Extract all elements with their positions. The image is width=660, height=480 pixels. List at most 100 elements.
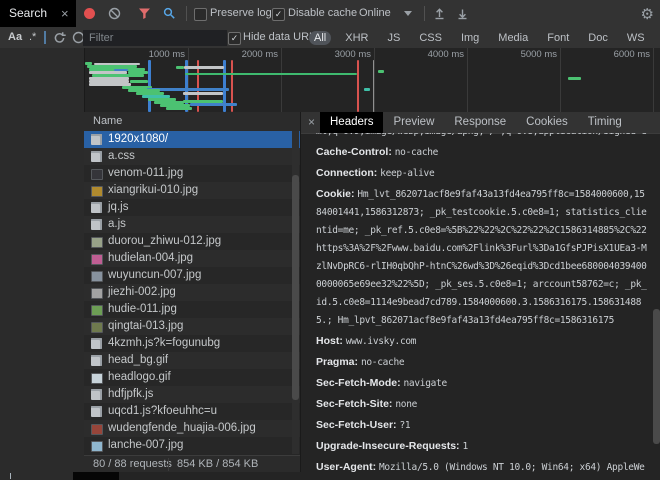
timeline-gridline <box>467 48 468 112</box>
search-input-selection[interactable] <box>73 472 119 480</box>
network-request-row[interactable]: duorou_zhiwu-012.jpg <box>84 233 300 250</box>
header-value: none <box>395 399 417 410</box>
network-request-row[interactable]: uqcd1.js?kfoeuhhc=u <box>84 403 300 420</box>
waterfall-bar <box>364 88 370 91</box>
import-har-icon[interactable] <box>433 7 446 20</box>
image-thumbnail-icon <box>91 322 103 333</box>
image-thumbnail-icon <box>91 237 103 248</box>
timeline-gridline <box>560 48 561 112</box>
filter-pill-img[interactable]: Img <box>456 31 484 45</box>
details-scrollbar-thumb[interactable] <box>653 309 660 444</box>
preserve-log-label[interactable]: Preserve log <box>210 0 272 27</box>
network-request-row[interactable]: qingtai-013.jpg <box>84 318 300 335</box>
search-input-row[interactable] <box>0 472 660 480</box>
header-name: Connection: <box>316 167 380 179</box>
header-value: 1 <box>462 441 467 452</box>
file-icon <box>91 202 102 213</box>
network-request-row[interactable]: a.js <box>84 216 300 233</box>
request-header-partial: ml;q=0.9,image/webp,image/apng,*/*;q=0.8… <box>316 133 647 140</box>
image-thumbnail-icon <box>91 424 103 435</box>
request-name: 4kzmh.js?k=fogunubg <box>108 335 220 352</box>
record-button[interactable] <box>84 8 95 19</box>
match-case-button[interactable]: Aa <box>8 27 22 48</box>
request-header: Sec-Fetch-Mode: navigate <box>316 374 647 392</box>
tab-timing[interactable]: Timing <box>578 112 632 133</box>
requests-scrollbar[interactable] <box>292 131 299 454</box>
network-request-row[interactable]: venom-011.jpg <box>84 165 300 182</box>
event-marker-line <box>373 60 374 112</box>
network-request-row[interactable]: hudie-011.jpg <box>84 301 300 318</box>
header-value: navigate <box>404 378 447 389</box>
request-name: hudie-011.jpg <box>108 301 177 318</box>
refresh-icon[interactable] <box>53 31 66 44</box>
file-icon <box>91 134 102 145</box>
filter-pill-all[interactable]: All <box>309 31 331 45</box>
network-request-row[interactable]: xiangrikui-010.jpg <box>84 182 300 199</box>
header-value: no-cache <box>395 147 438 158</box>
regex-button[interactable]: .* <box>29 27 36 48</box>
chevron-down-icon[interactable] <box>404 11 412 16</box>
image-thumbnail-icon <box>91 373 103 384</box>
filter-pill-doc[interactable]: Doc <box>583 31 613 45</box>
network-request-row[interactable]: 4kzmh.js?k=fogunubg <box>84 335 300 352</box>
search-results-pane <box>0 48 85 480</box>
filter-input[interactable] <box>83 30 227 46</box>
tab-preview[interactable]: Preview <box>383 112 444 133</box>
header-name: Sec-Fetch-User: <box>316 419 399 431</box>
devtools-network-panel: Search × Preserve log ✓ Disable cache On… <box>0 0 660 480</box>
filter-pill-xhr[interactable]: XHR <box>340 31 373 45</box>
filter-icon[interactable] <box>138 7 151 20</box>
waterfall-bar <box>185 73 357 75</box>
network-request-row[interactable]: head_bg.gif <box>84 352 300 369</box>
network-toolbar: Search × Preserve log ✓ Disable cache On… <box>0 0 660 28</box>
network-request-row[interactable]: hdfjpfk.js <box>84 386 300 403</box>
search-drawer-tab[interactable]: Search × <box>0 0 76 27</box>
request-name: 1920x1080/ <box>108 131 168 148</box>
filter-bar: Aa .* ✓ Hide data URLs AllXHRJSCSSImgMed… <box>0 27 660 49</box>
tab-cookies[interactable]: Cookies <box>516 112 578 133</box>
network-request-row[interactable]: jq.js <box>84 199 300 216</box>
network-request-row[interactable]: hudielan-004.jpg <box>84 250 300 267</box>
check-icon: ✓ <box>275 9 283 19</box>
tab-response[interactable]: Response <box>444 112 516 133</box>
network-request-row[interactable]: wuyuncun-007.jpg <box>84 267 300 284</box>
timeline-gridline <box>653 48 654 112</box>
timeline-tick-label: 4000 ms <box>428 49 464 60</box>
disable-cache-checkbox[interactable]: ✓ <box>272 8 285 21</box>
network-overview-timeline[interactable]: 1000 ms2000 ms3000 ms4000 ms5000 ms6000 … <box>84 48 660 113</box>
requests-table: Name 1920x1080/a.cssvenom-011.jpgxiangri… <box>84 112 300 480</box>
network-request-row[interactable]: 1920x1080/ <box>84 131 300 148</box>
throttling-select[interactable]: Online <box>359 0 391 27</box>
name-column-header[interactable]: Name <box>84 112 300 132</box>
filter-pill-js[interactable]: JS <box>382 31 405 45</box>
file-icon <box>91 219 102 230</box>
disable-cache-label[interactable]: Disable cache <box>288 0 357 27</box>
waterfall-bar <box>190 103 237 106</box>
clear-icon[interactable] <box>108 7 121 20</box>
filter-pill-media[interactable]: Media <box>493 31 533 45</box>
filter-pill-ws[interactable]: WS <box>622 31 650 45</box>
scrollbar-thumb[interactable] <box>292 175 299 400</box>
hide-data-urls-checkbox[interactable]: ✓ <box>228 32 241 45</box>
search-icon[interactable] <box>163 7 176 20</box>
request-header: Sec-Fetch-Site: none <box>316 395 647 413</box>
header-value: no-cache <box>361 357 404 368</box>
network-request-row[interactable]: lanche-007.jpg <box>84 437 300 454</box>
tab-headers[interactable]: Headers <box>320 112 383 133</box>
export-har-icon[interactable] <box>456 7 469 20</box>
gear-icon[interactable]: ⚙ <box>641 5 654 23</box>
close-icon[interactable]: × <box>61 0 69 27</box>
network-request-row[interactable]: headlogo.gif <box>84 369 300 386</box>
file-icon <box>91 406 102 417</box>
request-header: Host: www.ivsky.com <box>316 332 647 350</box>
request-name: headlogo.gif <box>108 369 171 386</box>
close-details-icon[interactable]: × <box>308 112 315 133</box>
network-request-row[interactable]: jiezhi-002.jpg <box>84 284 300 301</box>
timeline-gridline <box>374 48 375 112</box>
network-request-row[interactable]: wudengfende_huajia-006.jpg <box>84 420 300 437</box>
filter-pill-css[interactable]: CSS <box>414 31 447 45</box>
header-name: Cookie: <box>316 188 357 200</box>
network-request-row[interactable]: a.css <box>84 148 300 165</box>
filter-pill-font[interactable]: Font <box>542 31 574 45</box>
preserve-log-checkbox[interactable] <box>194 8 207 21</box>
